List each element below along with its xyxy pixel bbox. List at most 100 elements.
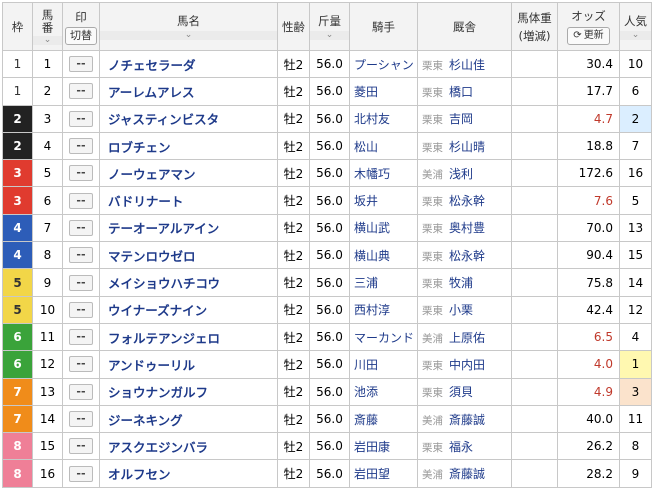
mark-select[interactable]: -- bbox=[69, 356, 93, 373]
sort-chevron-icon[interactable]: ⌄ bbox=[100, 31, 277, 40]
jockey-link[interactable]: 三浦 bbox=[349, 268, 418, 297]
mark-select[interactable]: -- bbox=[69, 165, 93, 182]
header-weight[interactable]: 斤量 ⌄ bbox=[309, 2, 350, 51]
trainer-link[interactable]: 須貝 bbox=[443, 385, 473, 399]
mark-cell: -- bbox=[62, 49, 100, 79]
horse-name-link[interactable]: ジーネキング bbox=[99, 404, 278, 434]
mark-select[interactable]: -- bbox=[69, 110, 93, 127]
body-weight bbox=[511, 186, 558, 215]
jockey-link[interactable]: 斎藤 bbox=[349, 404, 418, 434]
horse-name-link[interactable]: オルフセン bbox=[99, 459, 278, 488]
mark-select[interactable]: -- bbox=[69, 301, 93, 318]
jockey-link[interactable]: 木幡巧 bbox=[349, 159, 418, 188]
jockey-link[interactable]: 池添 bbox=[349, 377, 418, 406]
odds-value: 75.8 bbox=[557, 268, 620, 297]
header-body-weight: 馬体重 (増減) bbox=[511, 2, 558, 51]
horse-name-link[interactable]: ロブチェン bbox=[99, 131, 278, 161]
horse-name-link[interactable]: ジャスティンビスタ bbox=[99, 104, 278, 133]
mark-select[interactable]: -- bbox=[69, 438, 93, 455]
jockey-link[interactable]: 坂井 bbox=[349, 186, 418, 215]
horse-name-link[interactable]: ノーウェアマン bbox=[99, 159, 278, 188]
mark-select[interactable]: -- bbox=[69, 329, 93, 346]
horse-name-link[interactable]: ウイナーズナイン bbox=[99, 295, 278, 324]
sort-chevron-icon[interactable]: ⌄ bbox=[33, 35, 62, 45]
trainer-link[interactable]: 橋口 bbox=[443, 85, 473, 99]
jockey-link[interactable]: 菱田 bbox=[349, 77, 418, 106]
mark-select[interactable]: -- bbox=[69, 465, 93, 482]
horse-name-link[interactable]: アスクエジンバラ bbox=[99, 432, 278, 461]
mark-select[interactable]: -- bbox=[69, 411, 93, 427]
trainer-link[interactable]: 松永幹 bbox=[443, 249, 485, 263]
mark-select[interactable]: -- bbox=[69, 56, 93, 73]
trainer-link[interactable]: 斎藤誠 bbox=[443, 413, 485, 427]
horse-name-link[interactable]: テーオーアルアイン bbox=[99, 213, 278, 243]
waku-number: 8 bbox=[2, 432, 33, 461]
trainer-link[interactable]: 小栗 bbox=[443, 303, 473, 317]
trainer-link[interactable]: 浅利 bbox=[443, 167, 473, 181]
body-weight bbox=[511, 104, 558, 133]
horse-name-link[interactable]: フォルテアンジェロ bbox=[99, 322, 278, 352]
jockey-link[interactable]: 松山 bbox=[349, 131, 418, 161]
horse-number: 6 bbox=[32, 186, 63, 215]
stable-cell: 栗東 須貝 bbox=[417, 377, 512, 406]
mark-toggle-button[interactable]: 切替 bbox=[65, 26, 97, 45]
odds-value: 4.7 bbox=[557, 104, 620, 133]
trainer-link[interactable]: 吉岡 bbox=[443, 112, 473, 126]
table-row: 4 7 -- テーオーアルアイン 牡2 56.0 横山武 栗東 奥村豊 70.0 … bbox=[2, 213, 652, 243]
jockey-link[interactable]: プーシャン bbox=[349, 49, 418, 79]
mark-select[interactable]: -- bbox=[69, 83, 93, 100]
stable-area: 栗東 bbox=[422, 59, 443, 72]
horse-name-link[interactable]: マテンロウゼロ bbox=[99, 241, 278, 270]
jockey-link[interactable]: 岩田望 bbox=[349, 459, 418, 488]
table-row: 7 13 -- ショウナンガルフ 牡2 56.0 池添 栗東 須貝 4.9 3 bbox=[2, 377, 652, 406]
jockey-link[interactable]: 横山武 bbox=[349, 213, 418, 243]
table-row: 2 3 -- ジャスティンビスタ 牡2 56.0 北村友 栗東 吉岡 4.7 2 bbox=[2, 104, 652, 133]
jockey-link[interactable]: 横山典 bbox=[349, 241, 418, 270]
jockey-link[interactable]: マーカンド bbox=[349, 322, 418, 352]
mark-select[interactable]: -- bbox=[69, 192, 93, 209]
horse-name-link[interactable]: ノチェセラーダ bbox=[99, 49, 278, 79]
trainer-link[interactable]: 上原佑 bbox=[443, 331, 485, 345]
horse-number: 16 bbox=[32, 459, 63, 488]
stable-area: 栗東 bbox=[422, 305, 443, 318]
trainer-link[interactable]: 牧浦 bbox=[443, 276, 473, 290]
jockey-link[interactable]: 川田 bbox=[349, 350, 418, 379]
body-weight bbox=[511, 432, 558, 461]
horse-name-link[interactable]: バドリナート bbox=[99, 186, 278, 215]
odds-value: 42.4 bbox=[557, 295, 620, 324]
header-horse[interactable]: 馬名 ⌄ bbox=[99, 2, 278, 51]
race-entry-table: 枠 馬番 ⌄ 印 切替 馬名 ⌄ 性齢 斤量 ⌄ 騎手 厩舎 馬体重 (増減) … bbox=[2, 2, 652, 488]
trainer-link[interactable]: 中内田 bbox=[443, 358, 485, 372]
mark-cell: -- bbox=[62, 295, 100, 324]
trainer-link[interactable]: 松永幹 bbox=[443, 194, 485, 208]
horse-name-link[interactable]: メイショウハチコウ bbox=[99, 268, 278, 297]
trainer-link[interactable]: 斎藤誠 bbox=[443, 467, 485, 481]
header-popularity[interactable]: 人気 ⌄ bbox=[619, 2, 652, 51]
mark-cell: -- bbox=[62, 159, 100, 188]
header-umaban[interactable]: 馬番 ⌄ bbox=[32, 2, 63, 51]
sort-chevron-icon[interactable]: ⌄ bbox=[310, 31, 349, 40]
mark-select[interactable]: -- bbox=[69, 219, 93, 236]
waku-number: 7 bbox=[2, 404, 33, 434]
horse-name-link[interactable]: アンドゥーリル bbox=[99, 350, 278, 379]
trainer-link[interactable]: 奥村豊 bbox=[443, 221, 485, 235]
jockey-link[interactable]: 岩田康 bbox=[349, 432, 418, 461]
sort-chevron-icon[interactable]: ⌄ bbox=[620, 31, 651, 40]
mark-select[interactable]: -- bbox=[69, 247, 93, 264]
mark-select[interactable]: -- bbox=[69, 274, 93, 291]
jockey-link[interactable]: 西村淳 bbox=[349, 295, 418, 324]
mark-select[interactable]: -- bbox=[69, 138, 93, 155]
trainer-link[interactable]: 杉山晴 bbox=[443, 140, 485, 154]
body-weight bbox=[511, 404, 558, 434]
horse-name-link[interactable]: アーレムアレス bbox=[99, 77, 278, 106]
jockey-link[interactable]: 北村友 bbox=[349, 104, 418, 133]
stable-area: 美浦 bbox=[422, 469, 443, 482]
stable-area: 栗東 bbox=[422, 359, 443, 372]
stable-cell: 栗東 小栗 bbox=[417, 295, 512, 324]
stable-area: 栗東 bbox=[422, 196, 443, 209]
horse-name-link[interactable]: ショウナンガルフ bbox=[99, 377, 278, 406]
trainer-link[interactable]: 杉山佳 bbox=[443, 58, 485, 72]
odds-update-button[interactable]: ⟳ 更新 bbox=[567, 27, 610, 45]
trainer-link[interactable]: 福永 bbox=[443, 440, 473, 454]
mark-select[interactable]: -- bbox=[69, 383, 93, 400]
